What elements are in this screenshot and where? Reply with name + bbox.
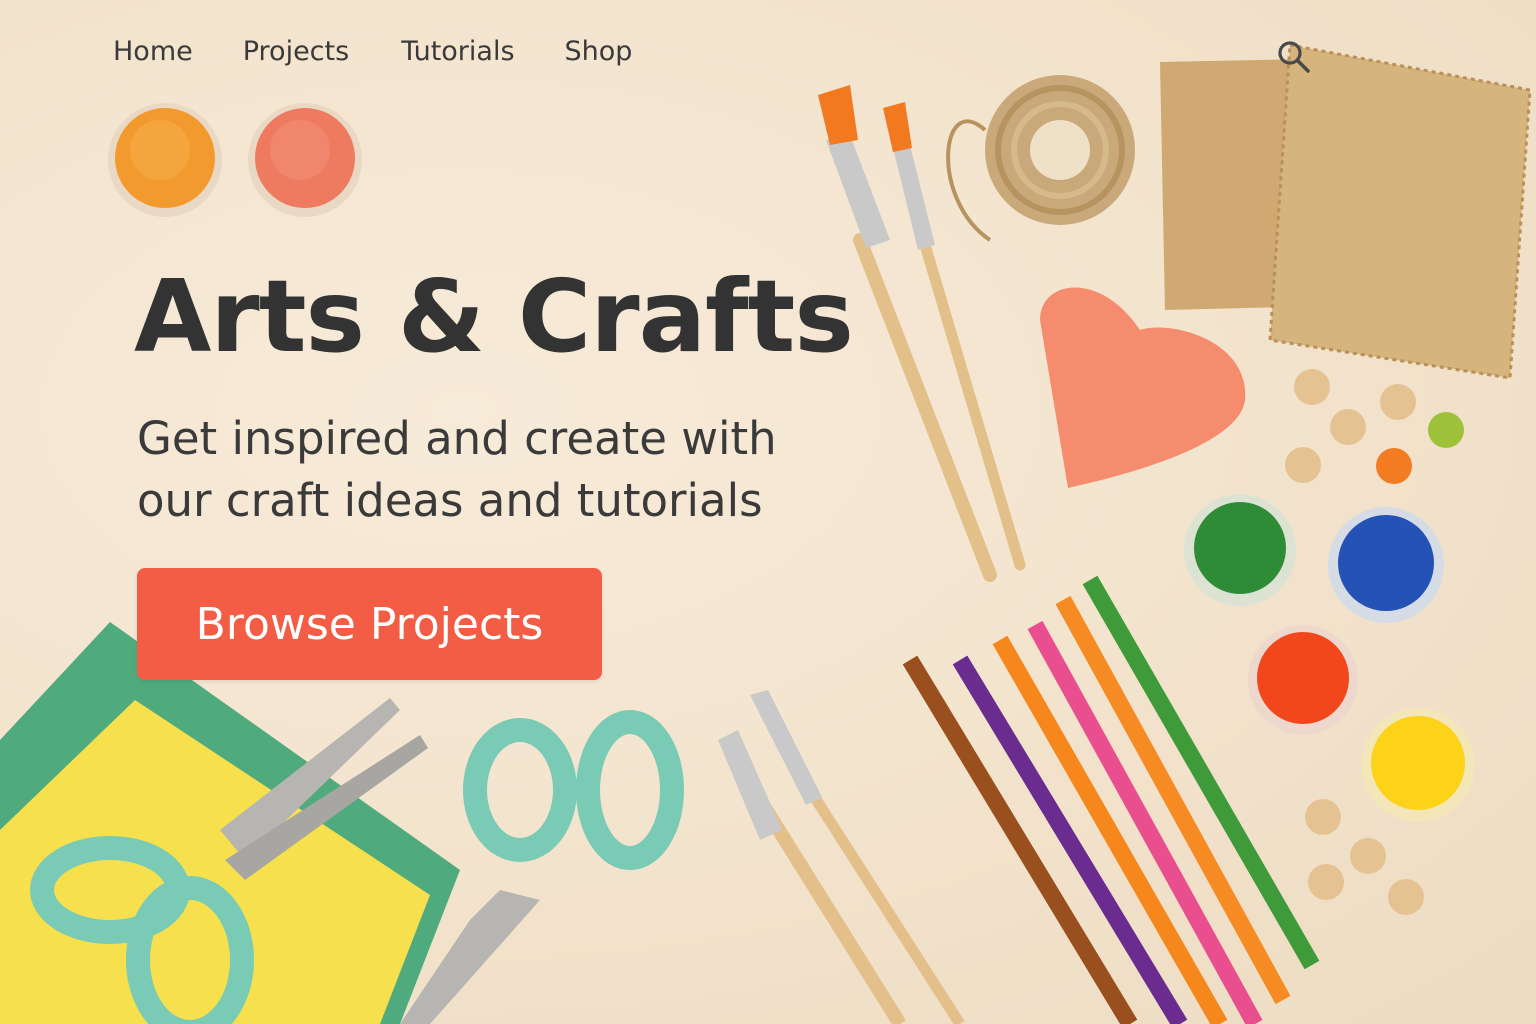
colored-pencils xyxy=(902,575,1320,1024)
burlap-fabric xyxy=(1160,43,1532,380)
paintbrush-bottom-2 xyxy=(750,690,965,1024)
twine-ball xyxy=(946,75,1135,242)
bead-green xyxy=(1428,412,1464,448)
paint-jar-blue xyxy=(1328,507,1444,623)
search-icon[interactable] xyxy=(1276,39,1312,75)
browse-projects-button[interactable]: Browse Projects xyxy=(137,568,602,680)
paper-heart xyxy=(1040,287,1246,488)
paint-jar-yellow xyxy=(1361,708,1475,822)
nav-tutorials[interactable]: Tutorials xyxy=(401,36,514,67)
page-title: Arts & Crafts xyxy=(134,258,854,375)
main-nav: Home Projects Tutorials Shop xyxy=(113,36,632,67)
paint-jar-coral xyxy=(248,103,362,217)
nav-shop[interactable]: Shop xyxy=(565,36,633,67)
bead-orange xyxy=(1376,448,1412,484)
paint-jar-green xyxy=(1184,494,1296,606)
paint-jar-red xyxy=(1248,625,1358,735)
paint-jar-orange xyxy=(108,103,222,217)
nav-home[interactable]: Home xyxy=(113,36,193,67)
hero-subtitle: Get inspired and create with our craft i… xyxy=(137,412,777,527)
nav-projects[interactable]: Projects xyxy=(243,36,349,67)
page: Home Projects Tutorials Shop Arts & Craf… xyxy=(0,0,1536,1024)
